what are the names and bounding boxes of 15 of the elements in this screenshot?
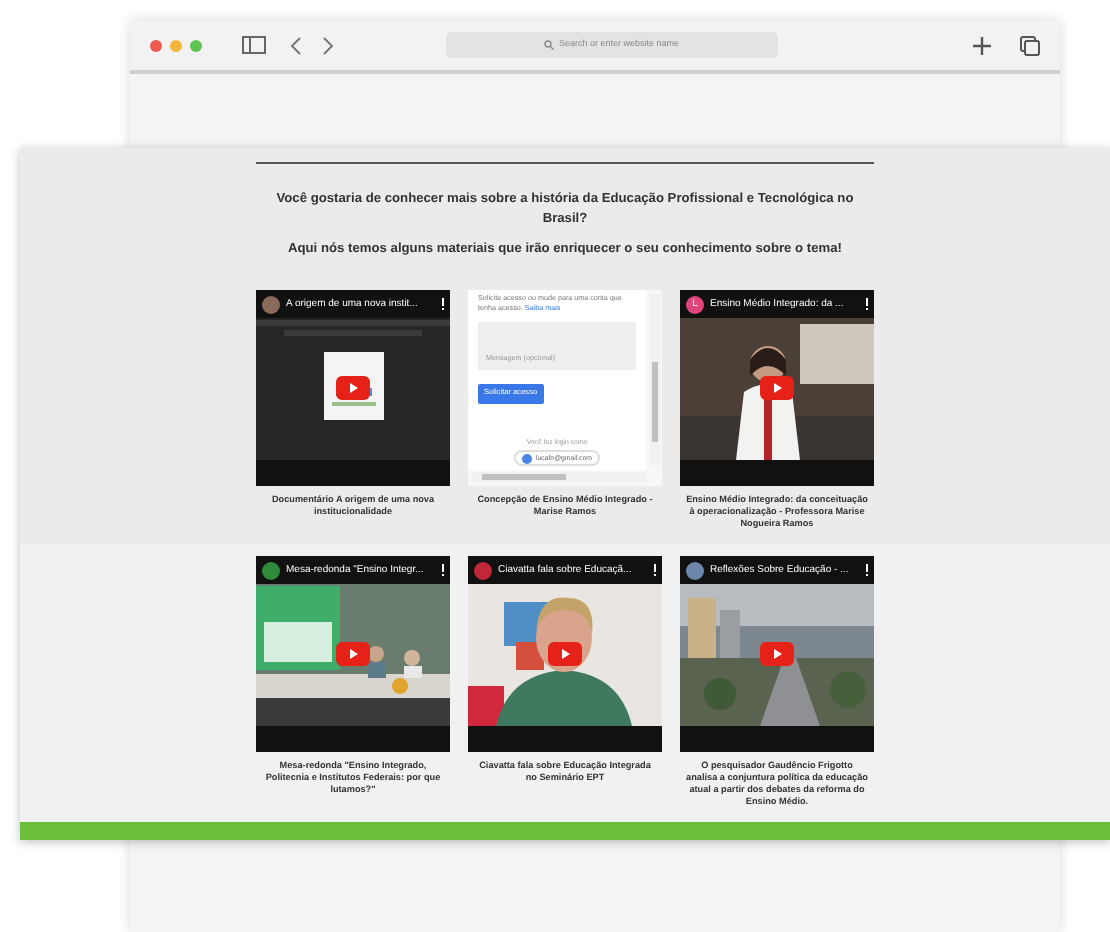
sidebar-icon[interactable] bbox=[242, 36, 266, 54]
back-icon[interactable] bbox=[290, 35, 302, 55]
horizontal-scrollbar[interactable] bbox=[472, 472, 646, 482]
account-icon bbox=[522, 453, 533, 464]
forward-icon[interactable] bbox=[322, 35, 334, 55]
vertical-scrollbar[interactable] bbox=[650, 294, 660, 466]
tabs-overview-icon[interactable] bbox=[1020, 35, 1040, 55]
play-button-icon[interactable] bbox=[336, 642, 370, 666]
search-icon bbox=[544, 40, 555, 50]
close-window-icon[interactable] bbox=[150, 39, 162, 51]
play-button-icon[interactable] bbox=[548, 642, 582, 666]
new-tab-icon[interactable] bbox=[972, 35, 992, 55]
play-button-icon[interactable] bbox=[336, 376, 370, 400]
play-button-icon[interactable] bbox=[760, 376, 794, 400]
play-button-icon[interactable] bbox=[760, 642, 794, 666]
